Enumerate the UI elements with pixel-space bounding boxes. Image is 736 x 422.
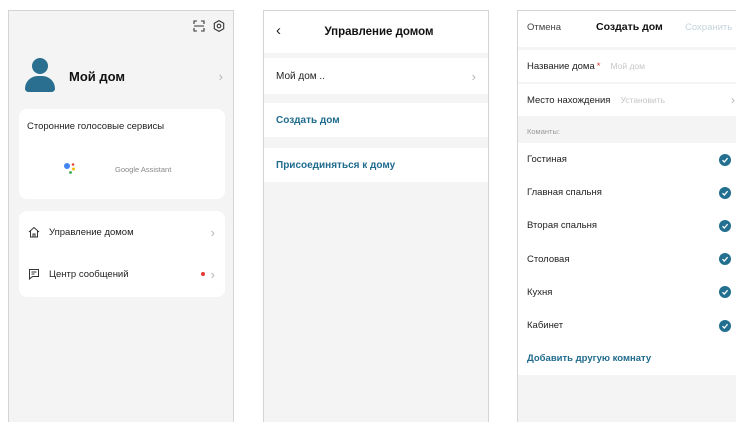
save-button[interactable]: Сохранить: [685, 22, 732, 33]
checkmark-icon[interactable]: [719, 153, 731, 166]
checkmark-icon[interactable]: [719, 219, 731, 232]
location-field[interactable]: Место нахождения Установить ›: [518, 84, 736, 116]
location-value: Установить: [620, 95, 666, 105]
checkmark-icon[interactable]: [719, 253, 731, 266]
room-item[interactable]: Кабинет: [518, 309, 736, 342]
checkmark-icon[interactable]: [719, 286, 731, 299]
room-label: Вторая спальня: [527, 220, 597, 232]
home-name-label: Название дома: [527, 60, 595, 72]
home-profile-row[interactable]: Мой дом ›: [25, 53, 223, 99]
home-name-field[interactable]: Название дома * Мой дом: [518, 50, 736, 82]
message-icon: [27, 267, 41, 281]
home-management-screen: ‹ Управление домом Мой дом .. › Создать …: [263, 10, 489, 422]
checkmark-icon[interactable]: [719, 186, 731, 199]
chevron-right-icon: ›: [210, 266, 215, 282]
menu-item-label: Центр сообщений: [49, 268, 129, 280]
room-label: Кухня: [527, 286, 553, 298]
room-label: Гостиная: [527, 154, 567, 166]
google-assistant-label[interactable]: Google Assistant: [115, 165, 171, 174]
menu-item-home-management[interactable]: Управление домом ›: [27, 218, 215, 246]
back-arrow-icon[interactable]: ‹: [276, 22, 281, 39]
voice-services-title: Сторонние голосовые сервисы: [27, 121, 165, 132]
required-asterisk: *: [596, 60, 601, 72]
home-screen: Мой дом › Сторонние голосовые сервисы Go…: [8, 10, 234, 422]
room-item[interactable]: Главная спальня: [518, 176, 736, 209]
home-name: Мой дом: [69, 68, 126, 84]
create-home-screen: Отмена Создать дом Сохранить Название до…: [517, 10, 736, 422]
voice-services-card: Сторонние голосовые сервисы Google Assis…: [19, 109, 225, 199]
room-label: Столовая: [527, 253, 570, 265]
add-room-button[interactable]: Добавить другую комнату: [518, 342, 736, 375]
avatar: [25, 58, 55, 94]
room-item[interactable]: Кухня: [518, 276, 736, 309]
home-list-item[interactable]: Мой дом .. ›: [264, 58, 488, 94]
page-title: Создать дом: [596, 21, 663, 33]
google-assistant-icon[interactable]: [63, 161, 77, 175]
home-icon: [27, 225, 41, 239]
chevron-right-icon: ›: [218, 68, 223, 84]
chevron-right-icon: ›: [471, 68, 476, 84]
nav-bar: Отмена Создать дом Сохранить: [518, 11, 736, 47]
chevron-right-icon: ›: [731, 93, 735, 107]
rooms-header: Команты:: [527, 127, 560, 136]
nav-bar: ‹ Управление домом: [264, 11, 488, 53]
join-home-button[interactable]: Присоединяться к дому: [264, 148, 488, 182]
menu-item-label: Управление домом: [49, 226, 134, 238]
unread-dot: [200, 272, 205, 276]
chevron-right-icon: ›: [210, 224, 215, 240]
room-label: Кабинет: [527, 320, 564, 332]
rooms-list: Гостиная Главная спальня Вторая спальня …: [518, 143, 736, 376]
home-item-label: Мой дом ..: [276, 70, 325, 82]
room-item[interactable]: Столовая: [518, 243, 736, 276]
room-item[interactable]: Вторая спальня: [518, 209, 736, 242]
menu-card: Управление домом › Центр сообщений ›: [19, 211, 225, 297]
create-home-button[interactable]: Создать дом: [264, 103, 488, 137]
location-label: Место нахождения: [527, 94, 611, 106]
room-label: Главная спальня: [527, 187, 602, 199]
top-icons: [193, 20, 225, 32]
scan-icon[interactable]: [193, 20, 205, 32]
cancel-button[interactable]: Отмена: [527, 22, 561, 33]
checkmark-icon[interactable]: [719, 319, 731, 332]
settings-icon[interactable]: [213, 20, 225, 32]
menu-item-message-center[interactable]: Центр сообщений ›: [27, 260, 215, 288]
page-title: Управление домом: [324, 26, 434, 38]
room-item[interactable]: Гостиная: [518, 143, 736, 176]
home-name-input[interactable]: Мой дом: [610, 61, 731, 71]
